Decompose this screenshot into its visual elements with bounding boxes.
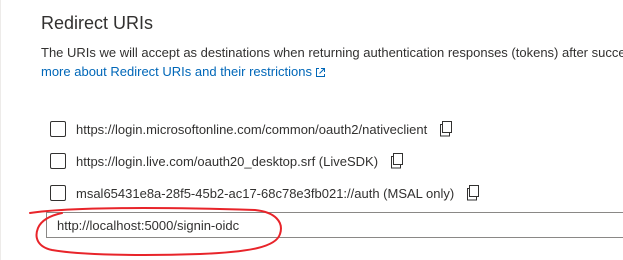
uri-text: msal65431e8a-28f5-45b2-ac17-68c78e3fb021… bbox=[76, 185, 455, 201]
external-link-icon bbox=[315, 64, 326, 83]
learn-more-link-text: more about Redirect URIs and their restr… bbox=[41, 64, 312, 79]
learn-more-link[interactable]: more about Redirect URIs and their restr… bbox=[41, 64, 326, 79]
uri-row: https://login.microsoftonline.com/common… bbox=[50, 118, 453, 140]
panel-left-border bbox=[0, 0, 1, 260]
uri-checkbox[interactable] bbox=[50, 185, 66, 201]
copy-icon[interactable] bbox=[390, 153, 404, 169]
redirect-uris-panel: Redirect URIs The URIs we will accept as… bbox=[0, 0, 623, 260]
uri-row: https://login.live.com/oauth20_desktop.s… bbox=[50, 150, 404, 172]
uri-checkbox[interactable] bbox=[50, 121, 66, 137]
uri-text: https://login.microsoftonline.com/common… bbox=[76, 121, 428, 137]
learn-more-line: more about Redirect URIs and their restr… bbox=[41, 62, 623, 83]
description-text: The URIs we will accept as destinations … bbox=[41, 45, 623, 60]
new-redirect-uri-input[interactable] bbox=[46, 212, 623, 238]
uri-text: https://login.live.com/oauth20_desktop.s… bbox=[76, 153, 379, 169]
section-title: Redirect URIs bbox=[41, 13, 154, 33]
copy-icon[interactable] bbox=[466, 185, 480, 201]
copy-icon[interactable] bbox=[439, 121, 453, 137]
uri-row: msal65431e8a-28f5-45b2-ac17-68c78e3fb021… bbox=[50, 182, 480, 204]
section-description: The URIs we will accept as destinations … bbox=[41, 43, 623, 83]
uri-checkbox[interactable] bbox=[50, 153, 66, 169]
